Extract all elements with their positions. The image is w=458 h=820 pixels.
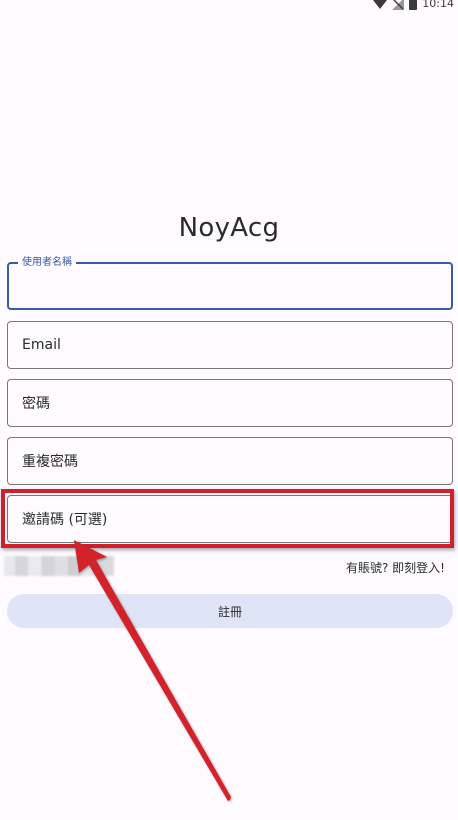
password-placeholder: 密碼 [22,396,50,412]
confirm-password-placeholder: 重複密碼 [22,454,78,470]
app-title: NoyAcg [178,213,280,243]
username-label: 使用者名稱 [18,257,76,269]
login-link[interactable]: 有賬號? 即刻登入! [346,559,445,576]
battery-icon [409,0,418,10]
confirm-password-field[interactable]: 重複密碼 [7,437,453,485]
status-bar: 10:14 [0,0,458,14]
register-button[interactable]: 註冊 [7,594,453,628]
username-field[interactable]: 使用者名稱 [7,257,453,310]
status-time: 10:14 [422,0,454,10]
signal-icon [392,0,405,10]
wifi-icon [373,0,388,10]
password-field[interactable]: 密碼 [7,379,453,427]
email-placeholder: Email [22,337,61,353]
email-field[interactable]: Email [7,321,453,369]
redacted-block [4,556,114,576]
annotation-highlight-box [1,489,454,548]
status-icons: 10:14 [373,0,454,11]
